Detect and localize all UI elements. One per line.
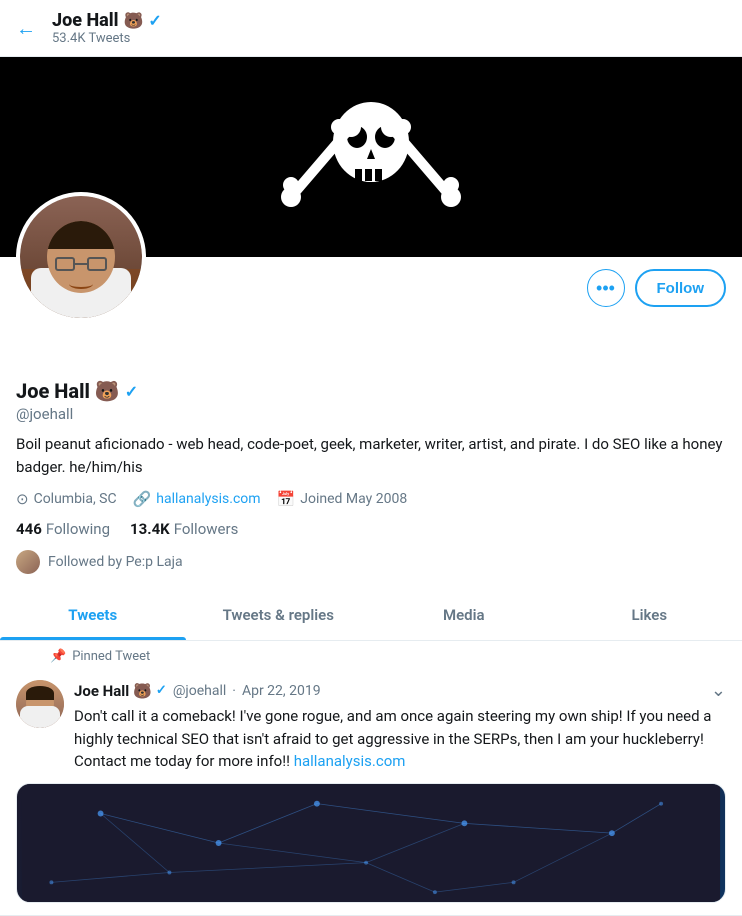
- followed-by: Followed by Pe:p Laja: [16, 550, 726, 574]
- tweet-link[interactable]: hallanalysis.com: [294, 752, 406, 770]
- back-button[interactable]: ←: [16, 16, 36, 41]
- tweet-handle: @joehall: [173, 683, 226, 699]
- avatar: [16, 192, 146, 322]
- tweet-dot: ·: [232, 683, 236, 699]
- joined-text: Joined May 2008: [300, 491, 407, 507]
- followed-by-avatar: [16, 550, 40, 574]
- display-name-text: Joe Hall: [16, 379, 90, 403]
- location-text: Columbia, SC: [34, 491, 117, 507]
- tweet-dropdown-button[interactable]: ⌄: [711, 680, 726, 701]
- link-icon: 🔗: [133, 490, 152, 508]
- followed-by-text: Followed by Pe:p Laja: [48, 554, 183, 570]
- pinned-label-text: Pinned Tweet: [72, 649, 150, 664]
- joined-meta: 📅 Joined May 2008: [277, 490, 408, 508]
- profile-info: Joe Hall 🐻 ✓ @joehall Boil peanut aficio…: [0, 319, 742, 574]
- tab-likes[interactable]: Likes: [557, 590, 742, 640]
- followers-count: 13.4K: [130, 520, 170, 538]
- bear-emoji-icon: 🐻: [123, 11, 143, 30]
- following-label: Following: [46, 520, 110, 538]
- banner-skull-svg: [271, 77, 471, 237]
- followers-stat[interactable]: 13.4K Followers: [130, 520, 238, 538]
- location-icon: ⊙: [16, 490, 29, 508]
- top-bar-name: Joe Hall 🐻 ✓: [52, 10, 162, 31]
- website-meta[interactable]: 🔗 hallanalysis.com: [133, 490, 261, 508]
- location-meta: ⊙ Columbia, SC: [16, 490, 117, 508]
- tweet-date: Apr 22, 2019: [242, 683, 321, 699]
- following-count: 446: [16, 520, 42, 538]
- tweet-avatar[interactable]: [16, 680, 64, 728]
- profile-verified-badge-icon: ✓: [125, 382, 138, 401]
- tweet-verified-badge-icon: ✓: [156, 683, 167, 698]
- pinned-label: 📌 Pinned Tweet: [0, 641, 742, 668]
- tab-tweets-replies[interactable]: Tweets & replies: [186, 590, 372, 640]
- pin-icon: 📌: [50, 649, 66, 664]
- profile-section: ••• Follow: [0, 257, 742, 319]
- tweet-card-network-svg: [17, 784, 725, 902]
- pinned-tweet: Joe Hall 🐻 ✓ @joehall · Apr 22, 2019 ⌄ D…: [0, 668, 742, 916]
- top-bar-info: Joe Hall 🐻 ✓ 53.4K Tweets: [52, 10, 162, 46]
- tweet-text: Don't call it a comeback! I've gone rogu…: [74, 705, 726, 773]
- more-options-button[interactable]: •••: [587, 269, 625, 307]
- following-stat[interactable]: 446 Following: [16, 520, 110, 538]
- tweet-meta: Joe Hall 🐻 ✓ @joehall · Apr 22, 2019 ⌄: [74, 680, 726, 701]
- display-name: Joe Hall 🐻 ✓: [16, 379, 726, 403]
- top-bar-tweets-count: 53.4K Tweets: [52, 31, 162, 46]
- followers-label: Followers: [174, 520, 239, 538]
- follow-button[interactable]: Follow: [635, 269, 727, 307]
- username: @joehall: [16, 405, 726, 423]
- bio-text: Boil peanut aficionado - web head, code-…: [16, 433, 726, 478]
- verified-badge-icon: ✓: [148, 11, 161, 30]
- tab-media[interactable]: Media: [371, 590, 557, 640]
- calendar-icon: 📅: [277, 490, 296, 508]
- tab-tweets[interactable]: Tweets: [0, 590, 186, 640]
- tweet-header: Joe Hall 🐻 ✓ @joehall · Apr 22, 2019 ⌄ D…: [16, 680, 726, 783]
- tweet-author-name: Joe Hall 🐻 ✓: [74, 682, 167, 700]
- stats-row: 446 Following 13.4K Followers: [16, 520, 726, 538]
- tweet-author-bear-emoji-icon: 🐻: [133, 682, 152, 700]
- tabs: Tweets Tweets & replies Media Likes: [0, 590, 742, 641]
- tweet-content: Joe Hall 🐻 ✓ @joehall · Apr 22, 2019 ⌄ D…: [74, 680, 726, 783]
- profile-bear-emoji-icon: 🐻: [95, 379, 120, 403]
- tweet-author-name-text: Joe Hall: [74, 682, 129, 700]
- meta-info: ⊙ Columbia, SC 🔗 hallanalysis.com 📅 Join…: [16, 490, 726, 508]
- tweet-card-image: [16, 783, 726, 903]
- top-bar: ← Joe Hall 🐻 ✓ 53.4K Tweets: [0, 0, 742, 57]
- top-bar-display-name: Joe Hall: [52, 10, 118, 31]
- website-link[interactable]: hallanalysis.com: [156, 491, 260, 507]
